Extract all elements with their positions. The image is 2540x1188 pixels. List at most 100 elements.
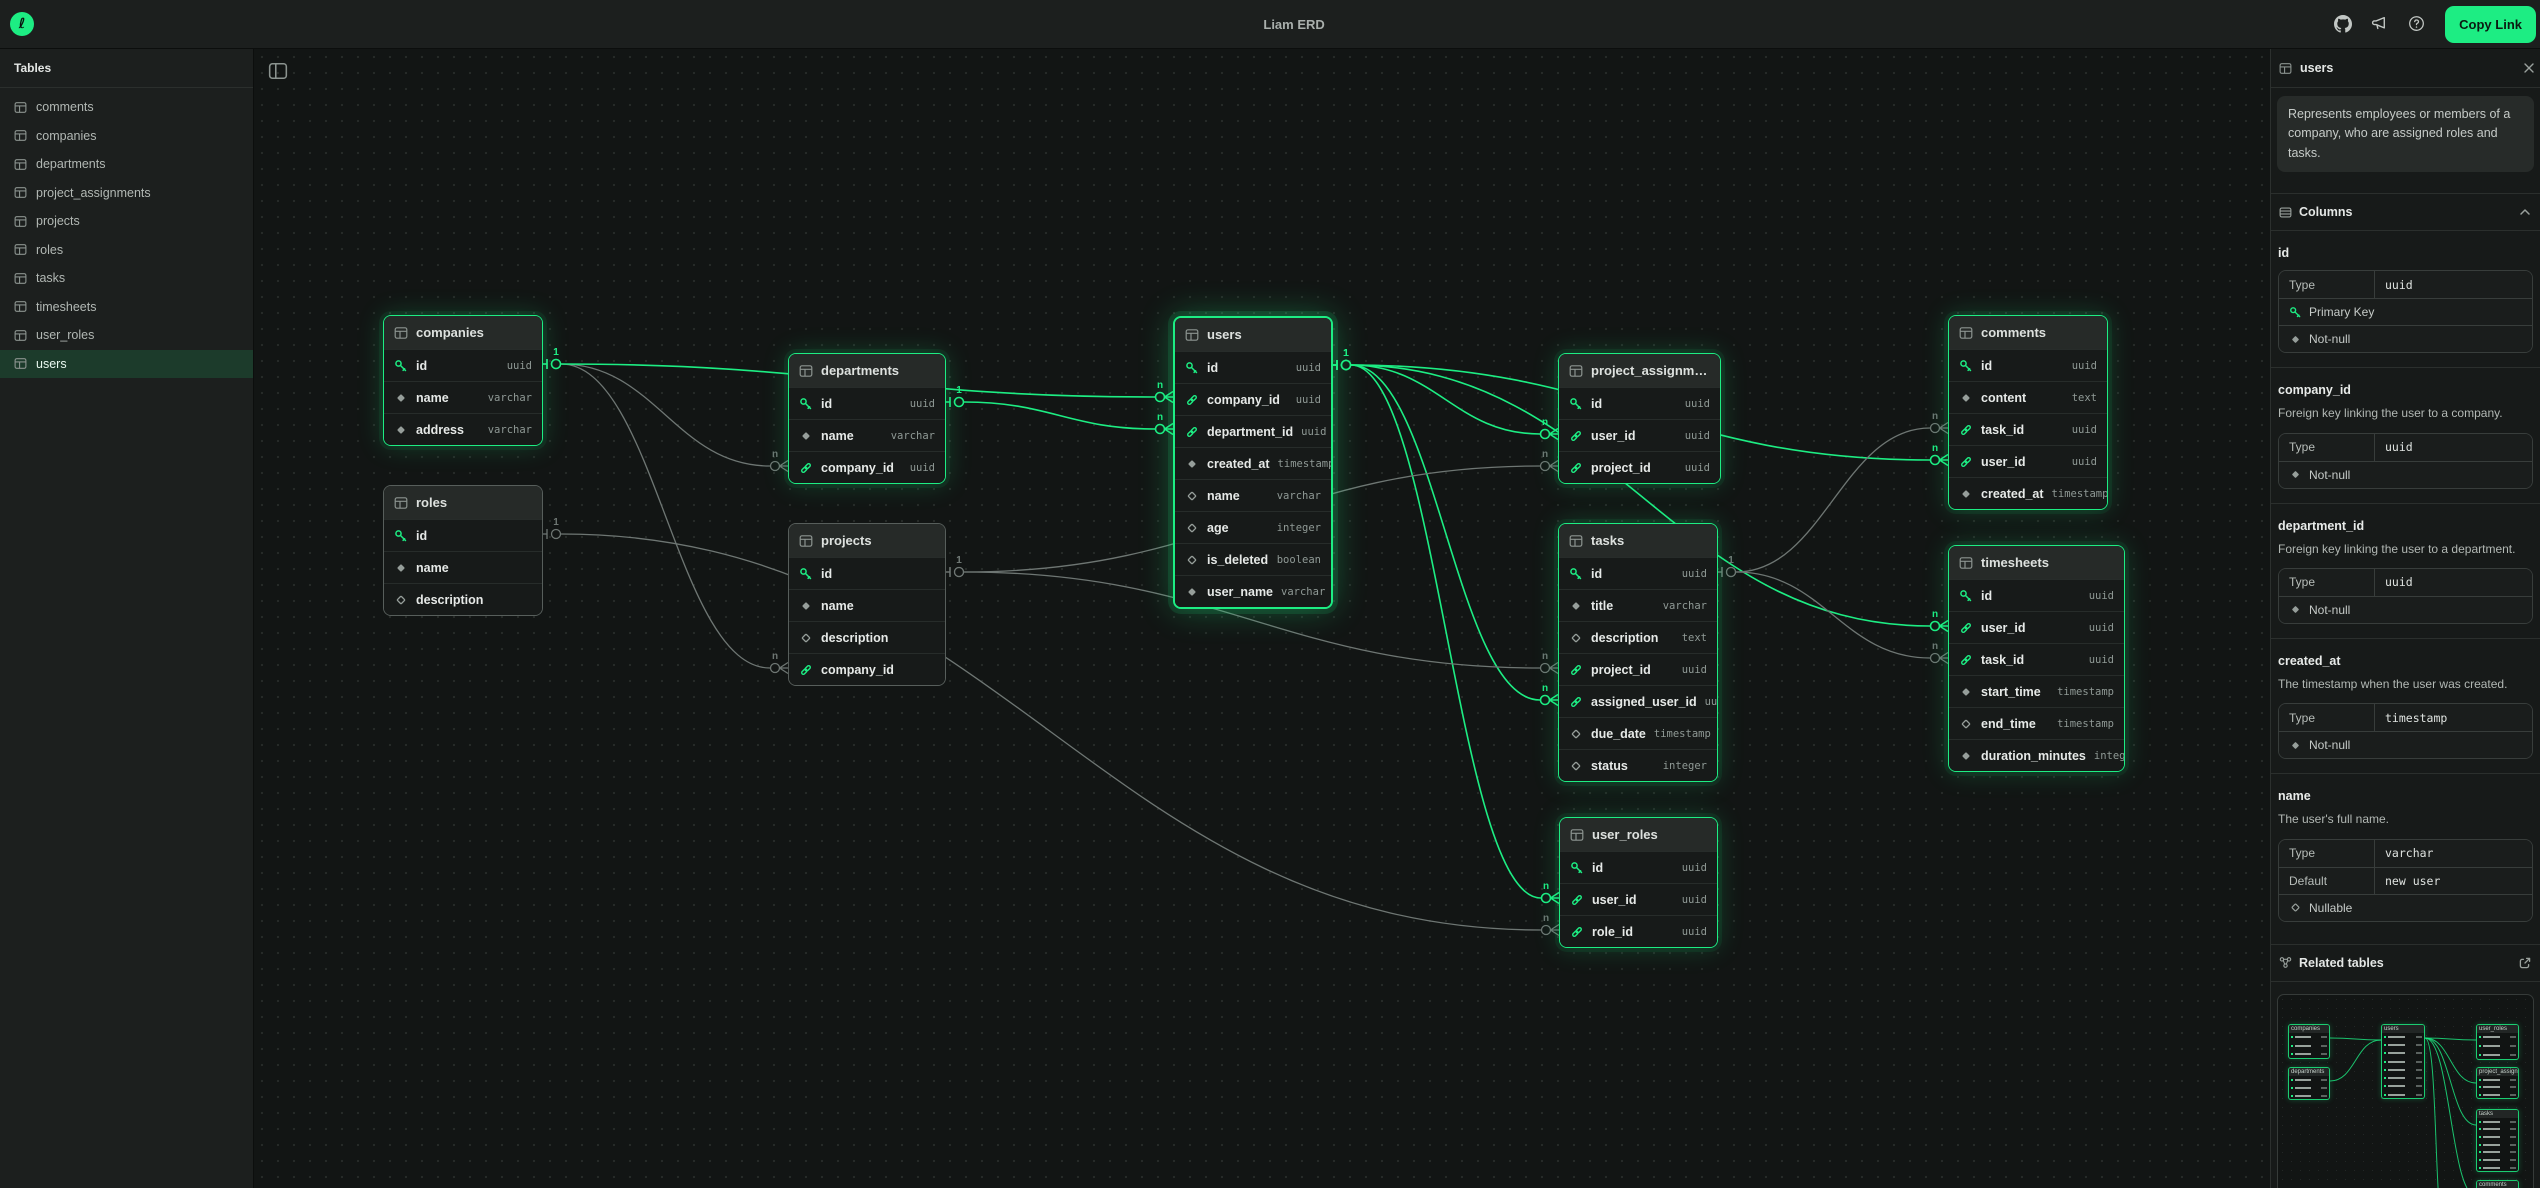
property-label: Default [2279, 874, 2374, 888]
column-type: timestamp [2057, 686, 2114, 698]
sidebar-item-tasks[interactable]: tasks [0, 264, 253, 293]
node-column-id: iduuid [789, 387, 945, 419]
sidebar-item-label: users [36, 357, 67, 371]
column-name: status [1591, 759, 1628, 773]
sidebar-item-companies[interactable]: companies [0, 122, 253, 151]
svg-text:1: 1 [956, 555, 962, 566]
erd-node-roles[interactable]: rolesidnamedescription [383, 485, 543, 616]
liam-logo-icon[interactable]: ℓ [10, 12, 34, 36]
node-column-description: description [384, 583, 542, 615]
diamond-filled-icon [394, 561, 408, 575]
diamond-filled-icon [394, 423, 408, 437]
svg-text:n: n [1932, 641, 1938, 652]
column-type: uuid [1682, 926, 1707, 938]
sidebar-item-label: companies [36, 129, 96, 143]
chevron-up-icon[interactable] [2518, 205, 2532, 219]
erd-canvas[interactable]: 1n1n1n1n1n1n1n1n1n1n1n1n1n1n companiesid… [254, 49, 2270, 1188]
column-type: timestamp [1278, 458, 1333, 470]
table-icon [14, 158, 27, 171]
copy-link-button[interactable]: Copy Link [2445, 6, 2536, 43]
column-name: task_id [1981, 423, 2024, 437]
related-tables-header[interactable]: Related tables [2271, 944, 2540, 982]
column-type: uuid [2089, 654, 2114, 666]
node-title: departments [821, 363, 899, 378]
columns-section-header[interactable]: Columns [2271, 193, 2540, 231]
expand-icon[interactable] [2518, 956, 2532, 970]
node-column-description: descriptiontext [1559, 621, 1717, 653]
erd-node-user_roles[interactable]: user_rolesiduuiduser_iduuidrole_iduuid [1559, 817, 1718, 948]
sidebar-item-project_assignments[interactable]: project_assignments [0, 179, 253, 208]
column-section-name: company_id [2278, 383, 2533, 397]
column-name: project_id [1591, 663, 1651, 677]
node-title: users [1207, 327, 1242, 342]
related-tables-minimap[interactable]: companiesdepartmentsusersuser_rolesproje… [2277, 994, 2534, 1188]
node-column-project_id: project_iduuid [1559, 451, 1720, 483]
column-section-id: idTypeuuidPrimary KeyNot-null [2271, 231, 2540, 367]
key-icon [1570, 861, 1584, 875]
sidebar-item-users[interactable]: users [0, 350, 253, 379]
table-icon [1959, 326, 1973, 340]
column-type: uuid [1685, 430, 1710, 442]
column-name: name [416, 391, 449, 405]
column-type: uuid [2089, 622, 2114, 634]
column-name: duration_minutes [1981, 749, 2086, 763]
erd-node-departments[interactable]: departmentsiduuidnamevarcharcompany_iduu… [788, 353, 946, 484]
column-type: uuid [910, 462, 935, 474]
sidebar-item-projects[interactable]: projects [0, 207, 253, 236]
svg-text:n: n [1932, 411, 1938, 422]
sidebar-item-label: tasks [36, 271, 65, 285]
github-icon[interactable] [2334, 15, 2352, 33]
diamond-outline-icon [1569, 727, 1583, 741]
minimap-row [2382, 1057, 2424, 1065]
node-column-user_id: user_iduuid [1560, 883, 1717, 915]
close-icon[interactable] [2522, 61, 2536, 75]
diamond-outline-icon [2289, 901, 2302, 914]
node-title: tasks [1591, 533, 1624, 548]
erd-node-project_assignments[interactable]: project_assignmentsiduuiduser_iduuidproj… [1558, 353, 1721, 484]
edge-users.id-project_assignments.user_id: 1n [1333, 348, 1558, 440]
sidebar-item-comments[interactable]: comments [0, 93, 253, 122]
erd-node-comments[interactable]: commentsiduuidcontenttexttask_iduuiduser… [1948, 315, 2108, 510]
help-icon[interactable] [2408, 15, 2426, 33]
column-type: uuid [2072, 424, 2097, 436]
erd-node-users[interactable]: usersiduuidcompany_iduuiddepartment_iduu… [1173, 316, 1333, 609]
sidebar-item-departments[interactable]: departments [0, 150, 253, 179]
node-column-address: addressvarchar [384, 413, 542, 445]
diamond-filled-icon [1185, 457, 1199, 471]
node-column-is_deleted: is_deletedboolean [1175, 543, 1331, 575]
column-detail-sections: idTypeuuidPrimary KeyNot-nullcompany_idF… [2271, 231, 2540, 936]
column-name: title [1591, 599, 1613, 613]
table-icon [14, 129, 27, 142]
edge-users.id-tasks.assigned_user_id: 1n [1333, 348, 1558, 706]
edge-tasks.id-comments.task_id: 1n [1718, 411, 1948, 577]
sidebar-item-user_roles[interactable]: user_roles [0, 321, 253, 350]
minimap-row [2289, 1033, 2329, 1042]
diamond-outline-icon [1569, 631, 1583, 645]
minimap-row [2477, 1033, 2518, 1042]
column-type: uuid [2072, 456, 2097, 468]
table-icon [14, 300, 27, 313]
minimap-row [2477, 1042, 2518, 1051]
link-icon [799, 461, 813, 475]
column-name: due_date [1591, 727, 1646, 741]
column-type: uuid [910, 398, 935, 410]
link-icon [1569, 695, 1583, 709]
table-icon [1569, 364, 1583, 378]
table-icon [14, 272, 27, 285]
erd-node-projects[interactable]: projectsidnamedescriptioncompany_id [788, 523, 946, 686]
sidebar-toggle-icon[interactable] [268, 61, 288, 81]
minimap-node-project_assignments: project_assignments [2476, 1067, 2519, 1099]
erd-node-companies[interactable]: companiesiduuidnamevarcharaddressvarchar [383, 315, 543, 446]
announcement-icon[interactable] [2371, 15, 2389, 33]
node-column-role_id: role_iduuid [1560, 915, 1717, 947]
edge-users.id-user_roles.user_id: 1n [1333, 348, 1559, 904]
column-name: start_time [1981, 685, 2041, 699]
erd-node-timesheets[interactable]: timesheetsiduuiduser_iduuidtask_iduuidst… [1948, 545, 2125, 772]
erd-node-tasks[interactable]: tasksiduuidtitlevarchardescriptiontextpr… [1558, 523, 1718, 782]
sidebar-item-timesheets[interactable]: timesheets [0, 293, 253, 322]
key-icon [1959, 589, 1973, 603]
diamond-outline-icon [799, 631, 813, 645]
column-properties-table: TypetimestampNot-null [2278, 703, 2533, 759]
sidebar-item-roles[interactable]: roles [0, 236, 253, 265]
diamond-outline-icon [1959, 717, 1973, 731]
